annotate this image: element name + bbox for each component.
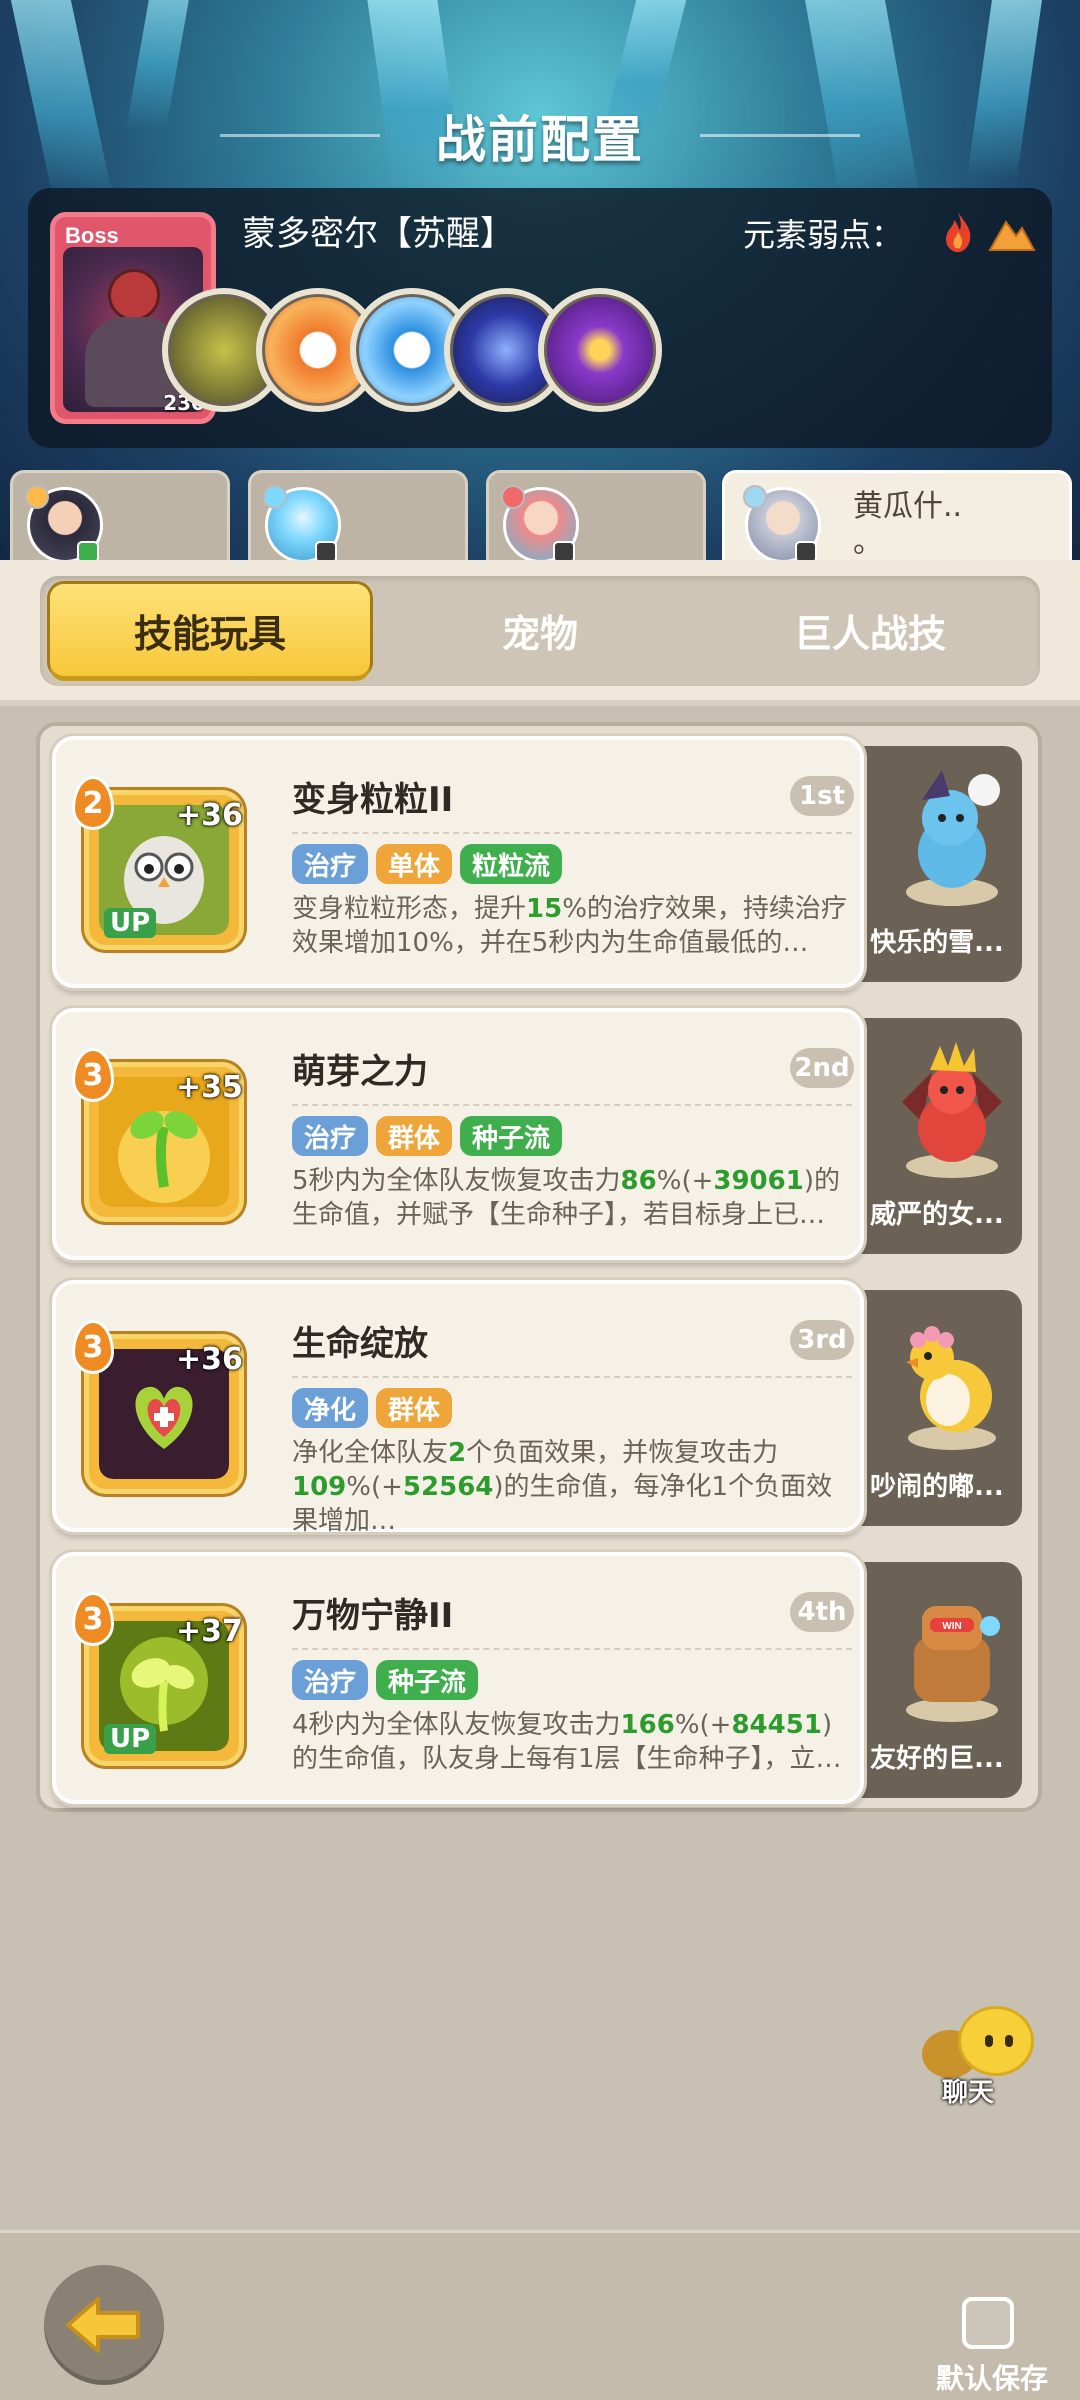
tag: 净化: [292, 1388, 369, 1428]
tab-bar: 技能玩具 宠物 巨人战技: [0, 560, 1080, 700]
back-arrow-icon: [66, 2297, 140, 2353]
skill-description: 4秒内为全体队友恢复攻击力166%(+84451)的生命值，队友身上每有1层【生…: [292, 1710, 842, 1774]
boss-info-panel: Boss 230 蒙多密尔【苏醒】 元素弱点：: [28, 188, 1052, 448]
back-button[interactable]: [44, 2265, 164, 2385]
skill-card[interactable]: 2 +36 UP 变身粒粒II 1st 治疗 单体 粒粒流 变身粒粒形态，提升1…: [52, 736, 864, 988]
skill-bonus: +37: [176, 1614, 243, 1649]
element-badge-icon: [263, 485, 287, 509]
config-panel: 技能玩具 宠物 巨人战技 快乐的雪... 2 +36 UP 变身粒粒II 1st…: [0, 560, 1080, 2400]
skill-card[interactable]: 3 +35 萌芽之力 2nd 治疗 群体 种子流 5秒内为全体队友恢复攻击力86…: [52, 1008, 864, 1260]
svg-text:WIN: WIN: [942, 1621, 961, 1632]
chat-button[interactable]: 聊天: [922, 2006, 1038, 2108]
snow-pet-icon: [906, 770, 1000, 906]
skill-rank: 1st: [790, 776, 854, 816]
skill-tags: 治疗 种子流: [292, 1660, 479, 1700]
divider: [292, 1648, 852, 1650]
divider: [292, 1376, 852, 1378]
element-badge-icon: [501, 485, 525, 509]
giant-pet-icon: WIN: [906, 1606, 1000, 1722]
default-save-label: 默认保存: [936, 2362, 1049, 2395]
skill-name: 生命绽放: [292, 1324, 428, 1364]
skill-bonus: +35: [176, 1070, 243, 1105]
bird-pet-icon: [906, 1326, 996, 1450]
skill-description: 变身粒粒形态，提升15%的治疗效果，持续治疗效果增加10%，并在5秒内为生命值最…: [292, 894, 847, 958]
pet-name: 吵闹的嘟...: [870, 1472, 1004, 1502]
boss-name: 蒙多密尔【苏醒】: [242, 214, 514, 254]
segment-control: 技能玩具 宠物 巨人战技: [40, 576, 1040, 686]
tag: 群体: [376, 1116, 453, 1156]
default-save-checkbox[interactable]: [962, 2297, 1014, 2349]
skill-list: 快乐的雪... 2 +36 UP 变身粒粒II 1st 治疗 单体 粒粒流 变身…: [36, 722, 1042, 1812]
upgrade-badge: UP: [104, 1724, 157, 1754]
boss-tag: Boss: [65, 223, 119, 248]
purple-eye-skill-icon[interactable]: [538, 288, 662, 412]
skill-tags: 净化 群体: [292, 1388, 453, 1428]
skill-rank: 3rd: [790, 1320, 854, 1360]
pet-name: 威严的女...: [870, 1200, 1004, 1230]
skill-tags: 治疗 单体 粒粒流: [292, 844, 563, 884]
skill-row[interactable]: WIN 友好的巨... 3 +37 UP 万物宁静II 4th 治疗 种子流 4…: [52, 1552, 1032, 1804]
tab-giant-skills[interactable]: 巨人战技: [710, 584, 1030, 676]
skill-level-badge: 3: [72, 1320, 114, 1374]
pet-name: 快乐的雪...: [870, 928, 1004, 958]
skill-level-badge: 2: [72, 776, 114, 830]
team-tab-2[interactable]: [248, 470, 468, 570]
skill-card[interactable]: 3 +37 UP 万物宁静II 4th 治疗 种子流 4秒内为全体队友恢复攻击力…: [52, 1552, 864, 1804]
skill-card[interactable]: 3 +36 生命绽放 3rd 净化 群体 净化全体队友2个负面效果，并恢复攻击力…: [52, 1280, 864, 1536]
chat-label: 聊天: [942, 2078, 995, 2108]
page-title: 战前配置: [436, 111, 644, 169]
tag: 粒粒流: [460, 844, 563, 884]
tab-pets[interactable]: 宠物: [380, 584, 700, 676]
team-tab-4[interactable]: 黄瓜什.. 。: [722, 470, 1072, 570]
skill-name: 萌芽之力: [292, 1052, 428, 1092]
selected-hero-name-suffix: 。: [853, 525, 883, 560]
element-badge-icon: [743, 485, 767, 509]
skill-description: 5秒内为全体队友恢复攻击力86%(+39061)的生命值，并赋予【生命种子】，若…: [292, 1166, 840, 1230]
skill-row[interactable]: 吵闹的嘟... 3 +36 生命绽放 3rd 净化 群体 净化全体队友2个负面效…: [52, 1280, 1032, 1536]
tag: 治疗: [292, 1116, 369, 1156]
tag: 单体: [376, 844, 453, 884]
tag: 治疗: [292, 844, 369, 884]
dragon-queen-pet-icon: [902, 1042, 1002, 1178]
skill-rank: 2nd: [790, 1048, 854, 1088]
upgrade-badge: UP: [104, 908, 157, 938]
bottom-bar: 默认保存: [0, 2230, 1080, 2400]
skill-level-badge: 3: [72, 1048, 114, 1102]
pet-name: 友好的巨...: [870, 1744, 1004, 1774]
skill-tags: 治疗 群体 种子流: [292, 1116, 563, 1156]
divider: [292, 832, 852, 834]
tag: 种子流: [376, 1660, 479, 1700]
chat-face-icon: [958, 2006, 1034, 2076]
element-badge-icon: [25, 485, 49, 509]
weakness-label: 元素弱点：: [743, 216, 904, 254]
skill-bonus: +36: [176, 1342, 243, 1377]
divider: [292, 1104, 852, 1106]
skill-row[interactable]: 快乐的雪... 2 +36 UP 变身粒粒II 1st 治疗 单体 粒粒流 变身…: [52, 736, 1032, 988]
tab-skill-toys[interactable]: 技能玩具: [50, 584, 370, 676]
earth-icon: [988, 220, 1036, 251]
skill-name: 万物宁静II: [292, 1596, 454, 1636]
team-tab-1[interactable]: [10, 470, 230, 570]
battle-background: 战前配置 Boss 230 蒙多密尔【苏醒】 元素弱点： 黄瓜什.. 。: [0, 0, 1080, 575]
skill-row[interactable]: 威严的女... 3 +35 萌芽之力 2nd 治疗 群体 种子流 5秒内为全体队…: [52, 1008, 1032, 1260]
tag: 种子流: [460, 1116, 563, 1156]
skill-rank: 4th: [790, 1592, 854, 1632]
tag: 群体: [376, 1388, 453, 1428]
skill-name: 变身粒粒II: [292, 780, 454, 820]
fire-icon: [946, 212, 971, 253]
team-tab-3[interactable]: [486, 470, 706, 570]
skill-bonus: +36: [176, 798, 243, 833]
tag: 治疗: [292, 1660, 369, 1700]
skill-description: 净化全体队友2个负面效果，并恢复攻击力109%(+52564)的生命值，每净化1…: [292, 1438, 833, 1536]
skill-level-badge: 3: [72, 1592, 114, 1646]
